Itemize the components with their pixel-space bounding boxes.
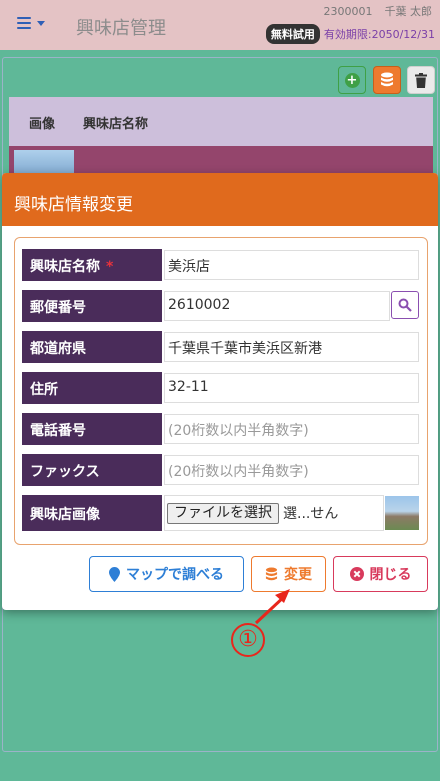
- trial-badge: 無料試用: [265, 24, 320, 44]
- map-search-label: マップで調べる: [126, 567, 224, 583]
- annotation-number: ①: [231, 623, 265, 657]
- prefecture-input[interactable]: 千葉県千葉市美浜区新港: [164, 332, 419, 362]
- user-name: 千葉 太郎: [384, 5, 433, 18]
- menu-button[interactable]: [17, 14, 45, 32]
- map-marker-icon: [109, 566, 120, 582]
- search-icon: [398, 298, 412, 312]
- shop-form: 興味店名称 * 美浜店 郵便番号 2610002 都道府県 千葉県千葉市美浜区新港…: [14, 237, 428, 545]
- image-row: 興味店画像 ファイルを選択 選...せん: [22, 495, 420, 531]
- user-info: 2300001 千葉 太郎: [324, 3, 433, 19]
- bottom-bar: [0, 758, 440, 781]
- database-icon: [381, 72, 393, 87]
- required-mark: *: [106, 259, 114, 275]
- database-icon: [265, 567, 278, 580]
- close-label: 閉じる: [369, 567, 412, 583]
- image-file-input: ファイルを選択 選...せん: [164, 495, 384, 531]
- table-row[interactable]: [9, 146, 433, 176]
- fax-label: ファックス: [22, 454, 162, 486]
- fax-input[interactable]: (20桁数以内半角数字): [164, 455, 419, 485]
- trash-icon: [415, 72, 427, 88]
- prefecture-row: 都道府県 千葉県千葉市美浜区新港: [22, 331, 420, 363]
- database-button[interactable]: [373, 66, 401, 94]
- shop-image-preview: [385, 496, 419, 530]
- modal-title: 興味店情報変更: [2, 173, 438, 226]
- close-button[interactable]: 閉じる: [333, 556, 428, 592]
- edit-shop-modal: 興味店情報変更 興味店名称 * 美浜店 郵便番号 2610002 都道府県 千葉県…: [2, 173, 438, 610]
- user-id: 2300001: [323, 5, 373, 18]
- postal-search-button[interactable]: [391, 291, 419, 319]
- change-label: 変更: [284, 567, 312, 583]
- caret-down-icon: [37, 21, 45, 27]
- phone-input[interactable]: (20桁数以内半角数字): [164, 414, 419, 444]
- expiry-date: 有効期限:2050/12/31: [323, 28, 435, 41]
- app-header: 興味店管理 2300001 千葉 太郎 無料試用 有効期限:2050/12/31: [0, 0, 440, 50]
- image-label: 興味店画像: [22, 495, 162, 531]
- phone-row: 電話番号 (20桁数以内半角数字): [22, 413, 420, 445]
- add-button[interactable]: +: [338, 66, 366, 94]
- shop-name-input[interactable]: 美浜店: [164, 250, 419, 280]
- postal-row: 郵便番号 2610002: [22, 290, 420, 322]
- map-search-button[interactable]: マップで調べる: [89, 556, 244, 592]
- postal-label: 郵便番号: [22, 290, 162, 322]
- table-header: 画像 興味店名称: [9, 97, 433, 146]
- delete-button[interactable]: [407, 66, 435, 94]
- name-label: 興味店名称 *: [22, 249, 162, 281]
- menu-icon: [17, 14, 31, 32]
- choose-file-button[interactable]: ファイルを選択: [167, 502, 279, 524]
- app-title: 興味店管理: [76, 18, 166, 39]
- address-input[interactable]: 32-11: [164, 373, 419, 403]
- column-name-header: 興味店名称: [83, 117, 149, 132]
- plus-circle-icon: +: [344, 72, 360, 88]
- prefecture-label: 都道府県: [22, 331, 162, 363]
- column-image-header: 画像: [29, 117, 56, 132]
- postal-code-input[interactable]: 2610002: [164, 291, 390, 321]
- address-label: 住所: [22, 372, 162, 404]
- name-label-text: 興味店名称: [30, 259, 100, 275]
- file-status: 選...せん: [283, 506, 339, 522]
- address-row: 住所 32-11: [22, 372, 420, 404]
- times-circle-icon: [349, 567, 364, 581]
- name-row: 興味店名称 * 美浜店: [22, 249, 420, 281]
- phone-label: 電話番号: [22, 413, 162, 445]
- trial-info: 無料試用 有効期限:2050/12/31: [265, 24, 435, 44]
- annotation-arrow-icon: [254, 589, 290, 625]
- fax-row: ファックス (20桁数以内半角数字): [22, 454, 420, 486]
